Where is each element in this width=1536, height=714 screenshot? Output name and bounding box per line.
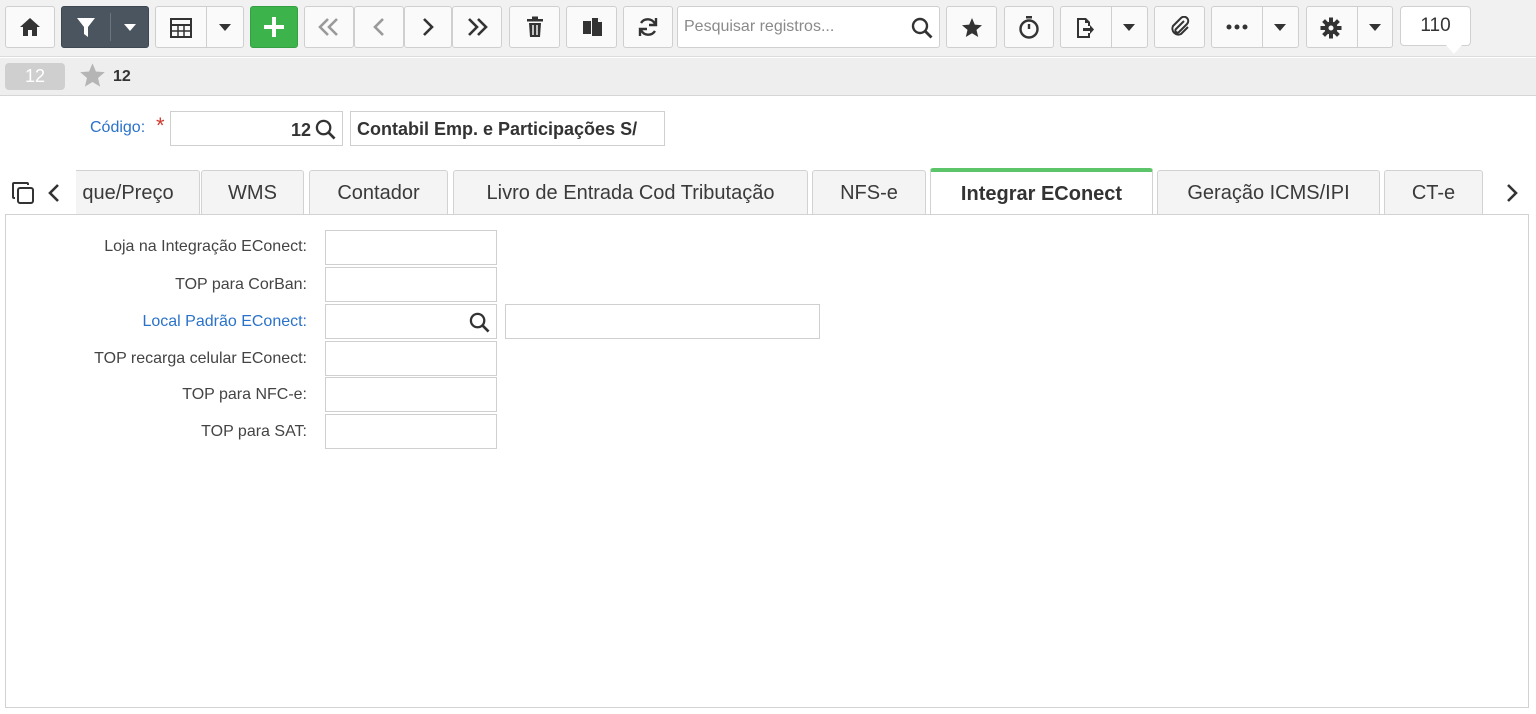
first-icon (318, 18, 338, 36)
tab-label: Integrar EConect (960, 182, 1123, 205)
chevron-down-icon (1369, 24, 1381, 31)
tab-cte[interactable]: CT-e (1384, 170, 1483, 216)
record-count-badge: 110 (1400, 6, 1471, 46)
local-padrao-input[interactable] (325, 304, 497, 339)
star-icon (961, 17, 982, 37)
prev-icon (373, 18, 384, 36)
search-icon[interactable] (469, 312, 490, 333)
search-icon[interactable] (911, 17, 933, 39)
chevron-down-icon (219, 24, 231, 31)
tab-integrar-econect[interactable]: Integrar EConect (930, 168, 1153, 216)
last-record-button[interactable] (452, 6, 502, 48)
copy-tabs-icon[interactable] (11, 181, 35, 205)
chevron-left-icon[interactable] (46, 182, 62, 204)
tab-livro-entrada[interactable]: Livro de Entrada Cod Tributação (453, 170, 808, 216)
next-record-button[interactable] (404, 6, 452, 48)
tab-label: que/Preço (82, 182, 174, 204)
home-icon (20, 18, 40, 36)
duplicate-button[interactable] (566, 6, 617, 48)
grid-icon (170, 18, 192, 38)
top-sat-input[interactable] (325, 414, 497, 449)
chevron-down-icon (1123, 24, 1135, 31)
refresh-icon (638, 18, 658, 36)
star-icon[interactable] (79, 62, 106, 88)
code-value: 12 (290, 120, 311, 140)
tab-estoque-preco[interactable]: que/Preço (76, 170, 200, 216)
toolbar: 110 (0, 0, 1536, 57)
required-indicator: * (156, 113, 165, 138)
attachment-button[interactable] (1154, 6, 1205, 48)
top-corban-input[interactable] (325, 267, 497, 302)
tab-geracao-icms-ipi[interactable]: Geração ICMS/IPI (1157, 170, 1380, 216)
search-input[interactable] (678, 7, 906, 47)
chevron-down-icon (1274, 24, 1286, 31)
delete-button[interactable] (509, 6, 560, 48)
field-label: TOP recarga celular EConect: (94, 350, 307, 367)
settings-button[interactable] (1306, 6, 1393, 48)
loja-integracao-input[interactable] (325, 230, 497, 265)
tab-strip: que/Preço WMS Contador Livro de Entrada … (76, 168, 1496, 216)
code-field[interactable]: 12 (170, 111, 343, 146)
tab-label: NFS-e (840, 182, 898, 204)
home-button[interactable] (5, 6, 55, 48)
chevron-down-icon (124, 24, 136, 31)
gear-icon (1320, 17, 1342, 39)
tab-label: Geração ICMS/IPI (1187, 182, 1350, 204)
add-button[interactable] (250, 6, 298, 48)
top-recarga-input[interactable] (325, 341, 497, 376)
favorite-button[interactable] (946, 6, 997, 48)
view-mode-button[interactable] (155, 6, 244, 48)
code-label: Código: (90, 119, 146, 136)
timer-button[interactable] (1004, 6, 1054, 48)
record-count-pointer (1446, 45, 1462, 54)
export-button[interactable] (1060, 6, 1148, 48)
tab-label: Contador (337, 182, 420, 204)
trash-icon (526, 16, 543, 37)
more-icon (1226, 24, 1248, 30)
tab-contador[interactable]: Contador (309, 170, 448, 216)
filter-icon (77, 18, 95, 37)
first-record-button[interactable] (304, 6, 354, 48)
filter-button[interactable] (61, 6, 149, 48)
record-badge[interactable]: 12 (5, 63, 65, 90)
record-bar: 12 12 (0, 58, 1536, 96)
field-label: TOP para NFC-e: (182, 386, 307, 403)
tab-wms[interactable]: WMS (201, 170, 304, 216)
export-icon (1077, 18, 1094, 38)
search-icon[interactable] (315, 119, 336, 140)
top-nfce-input[interactable] (325, 377, 497, 412)
tab-label: CT-e (1411, 182, 1456, 204)
paperclip-icon (1170, 16, 1189, 36)
tab-label: WMS (228, 182, 277, 204)
code-description-field[interactable]: Contabil Emp. e Participações S/ (350, 111, 665, 146)
record-title: 12 (113, 68, 131, 85)
tab-nfse[interactable]: NFS-e (812, 170, 926, 216)
tab-label: Livro de Entrada Cod Tributação (486, 182, 775, 204)
add-icon (264, 17, 284, 37)
previous-record-button[interactable] (354, 6, 404, 48)
next-icon (423, 18, 434, 36)
timer-icon (1019, 16, 1039, 39)
refresh-button[interactable] (623, 6, 673, 48)
field-label: TOP para CorBan: (175, 276, 307, 293)
more-options-button[interactable] (1211, 6, 1299, 48)
last-icon (468, 18, 488, 36)
field-label-link[interactable]: Local Padrão EConect: (5, 313, 307, 331)
copy-icon (582, 18, 602, 36)
local-padrao-description[interactable] (505, 304, 820, 339)
field-label: TOP para SAT: (201, 423, 307, 440)
field-label: Loja na Integração EConect: (104, 238, 307, 255)
search-box (677, 6, 940, 48)
chevron-right-icon[interactable] (1504, 182, 1520, 204)
